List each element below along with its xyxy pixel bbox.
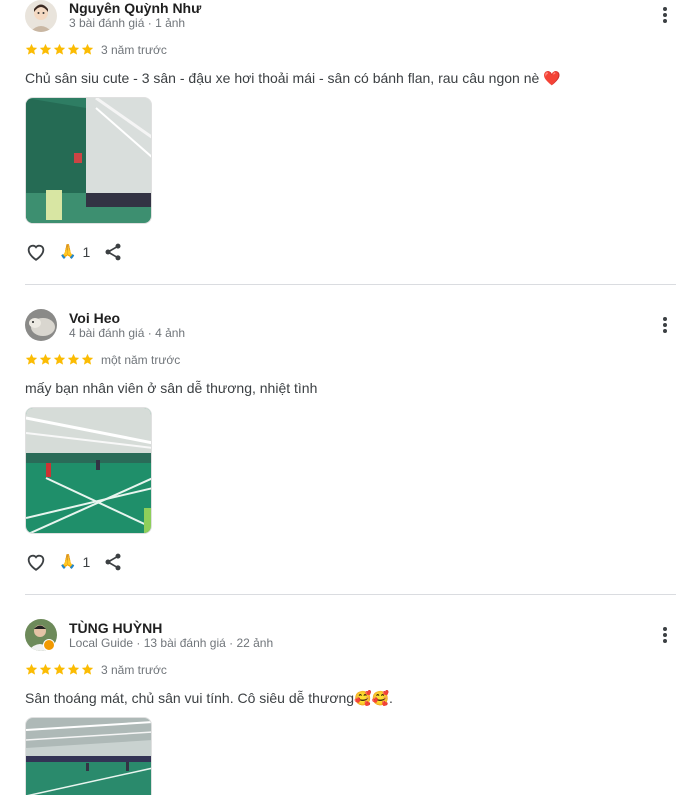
reviewer-name[interactable]: TÙNG HUỲNH — [69, 620, 162, 636]
avatar[interactable] — [25, 309, 57, 341]
star-icon — [39, 43, 52, 55]
more-vert-icon — [663, 627, 667, 643]
review-time: một năm trước — [101, 353, 181, 367]
star-icon — [39, 663, 52, 675]
reviewer-meta: Local Guide · 13 bài đánh giá · 22 ảnh — [69, 636, 274, 650]
review-photo[interactable] — [25, 407, 152, 534]
star-icon — [25, 663, 38, 675]
reaction-button[interactable]: 🙏 1 — [59, 553, 90, 570]
review-text: Chủ sân siu cute - 3 sân - đậu xe hơi th… — [25, 70, 561, 86]
reaction-count: 1 — [82, 243, 91, 260]
divider — [25, 284, 676, 285]
more-options-button[interactable] — [654, 624, 676, 646]
heart-outline-icon[interactable] — [25, 551, 47, 573]
star-icon — [53, 663, 66, 675]
star-icon — [81, 663, 94, 675]
star-rating — [25, 663, 94, 677]
reviewer-name[interactable]: Voi Heo — [69, 310, 120, 326]
share-icon[interactable] — [103, 242, 123, 262]
heart-outline-icon[interactable] — [25, 241, 47, 263]
review-text: Sân thoáng mát, chủ sân vui tính. Cô siê… — [25, 690, 393, 706]
star-icon — [67, 353, 80, 365]
avatar[interactable] — [25, 0, 57, 32]
pray-emoji: 🙏 — [59, 243, 77, 259]
star-icon — [67, 663, 80, 675]
reviewer-name[interactable]: Nguyên Quỳnh Như — [69, 0, 201, 16]
star-icon — [25, 353, 38, 365]
more-options-button[interactable] — [654, 4, 676, 26]
star-icon — [53, 353, 66, 365]
star-icon — [39, 353, 52, 365]
star-icon — [53, 43, 66, 55]
more-options-button[interactable] — [654, 314, 676, 336]
star-rating — [25, 353, 94, 367]
reaction-button[interactable]: 🙏 1 — [59, 243, 90, 260]
divider — [25, 594, 676, 595]
more-vert-icon — [663, 7, 667, 23]
star-icon — [67, 43, 80, 55]
review-text: mấy bạn nhân viên ở sân dễ thương, nhiệt… — [25, 380, 318, 396]
review-photo[interactable] — [25, 97, 152, 224]
pray-emoji: 🙏 — [59, 553, 77, 569]
reviewer-meta: 4 bài đánh giá · 4 ảnh — [69, 326, 186, 340]
review-time: 3 năm trước — [101, 663, 167, 677]
reaction-count: 1 — [82, 553, 91, 570]
review-time: 3 năm trước — [101, 43, 167, 57]
local-guide-badge — [43, 639, 55, 651]
star-icon — [25, 43, 38, 55]
share-icon[interactable] — [103, 552, 123, 572]
more-vert-icon — [663, 317, 667, 333]
star-icon — [81, 43, 94, 55]
star-icon — [81, 353, 94, 365]
reviewer-meta: 3 bài đánh giá · 1 ảnh — [69, 16, 186, 30]
star-rating — [25, 43, 94, 57]
review-photo[interactable] — [25, 717, 152, 795]
